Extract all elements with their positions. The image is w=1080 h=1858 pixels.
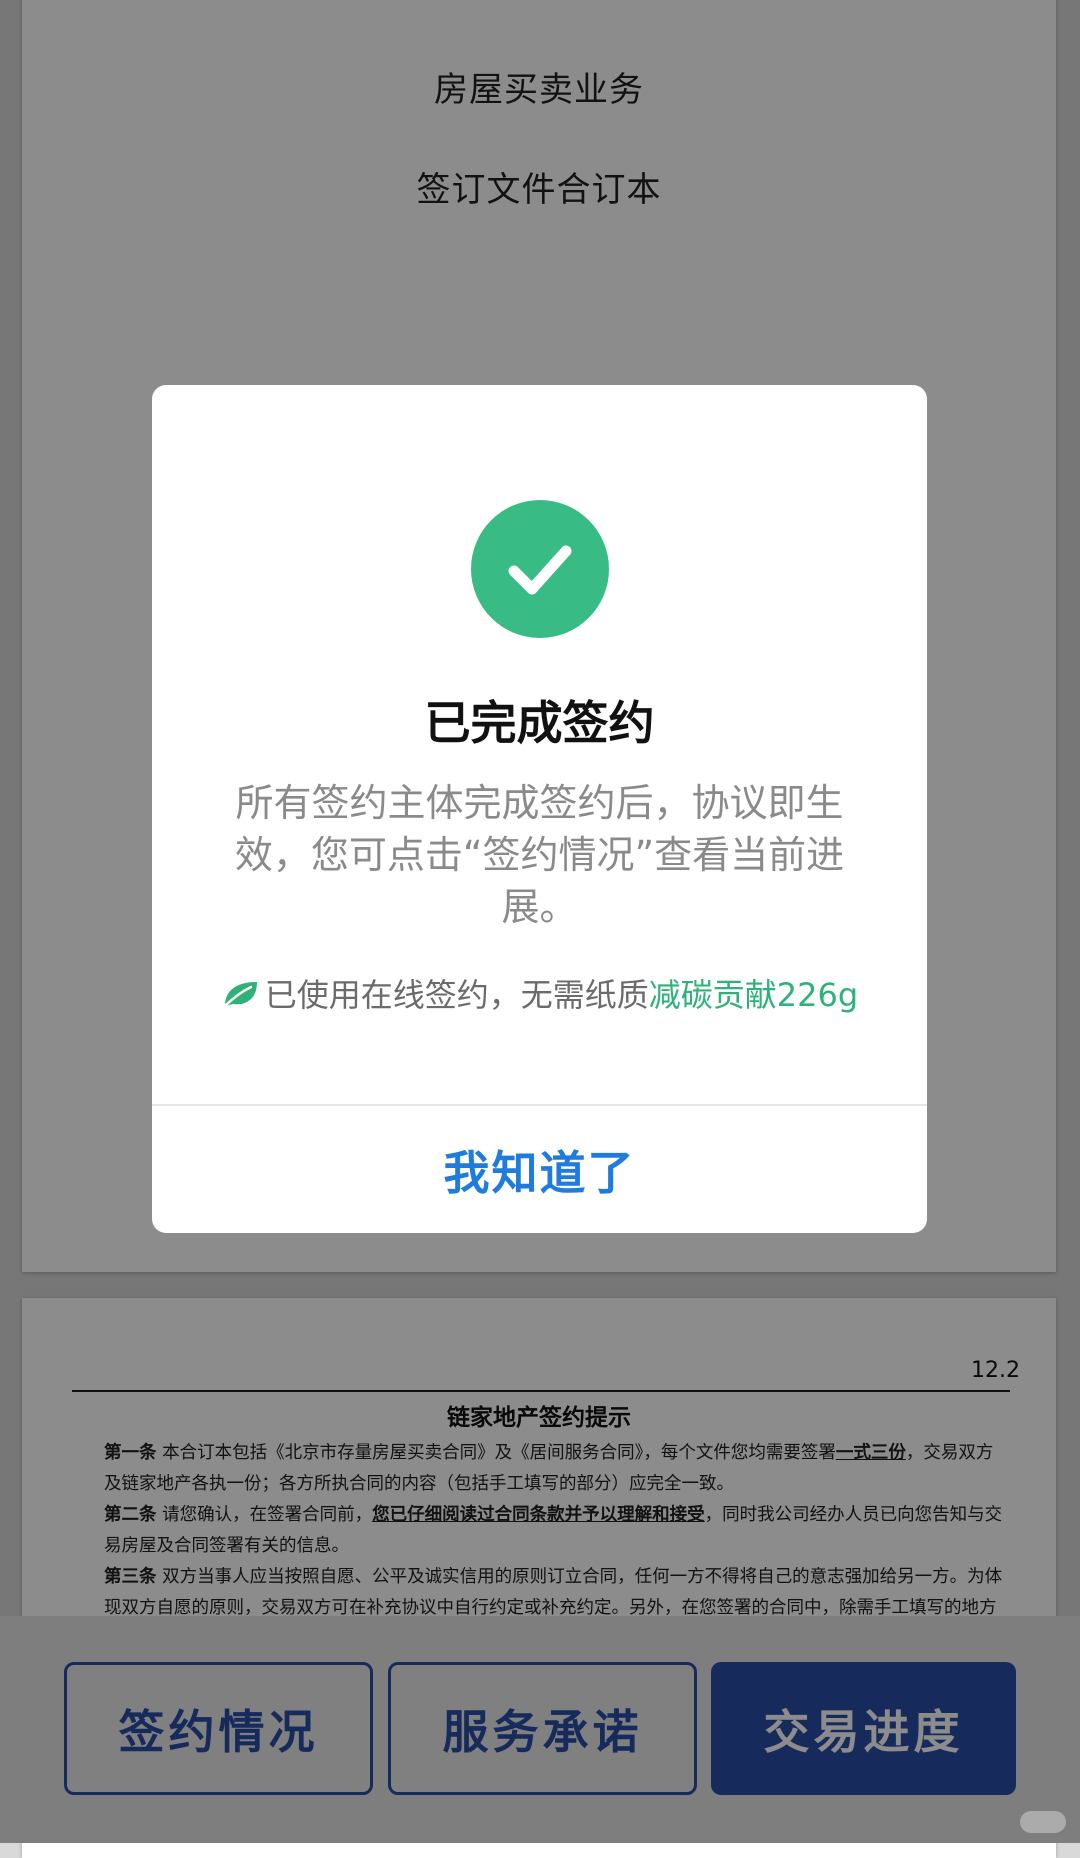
- check-circle-icon: [471, 500, 609, 638]
- watermark: [1020, 1811, 1066, 1833]
- eco-prefix-text: 已使用在线签约，无需纸质: [264, 976, 649, 1014]
- eco-highlight-text: 减碳贡献226g: [648, 976, 859, 1014]
- leaf-icon: [221, 978, 261, 1018]
- signing-complete-dialog: 已完成签约 所有签约主体完成签约后，协议即生效，您可点击“签约情况”查看当前进展…: [152, 385, 927, 1233]
- confirm-button[interactable]: 我知道了: [152, 1106, 927, 1233]
- dialog-title: 已完成签约: [424, 696, 655, 750]
- dialog-message: 所有签约主体完成签约后，协议即生效，您可点击“签约情况”查看当前进展。: [234, 781, 845, 929]
- eco-note: 已使用在线签约，无需纸质减碳贡献226g: [152, 970, 927, 1018]
